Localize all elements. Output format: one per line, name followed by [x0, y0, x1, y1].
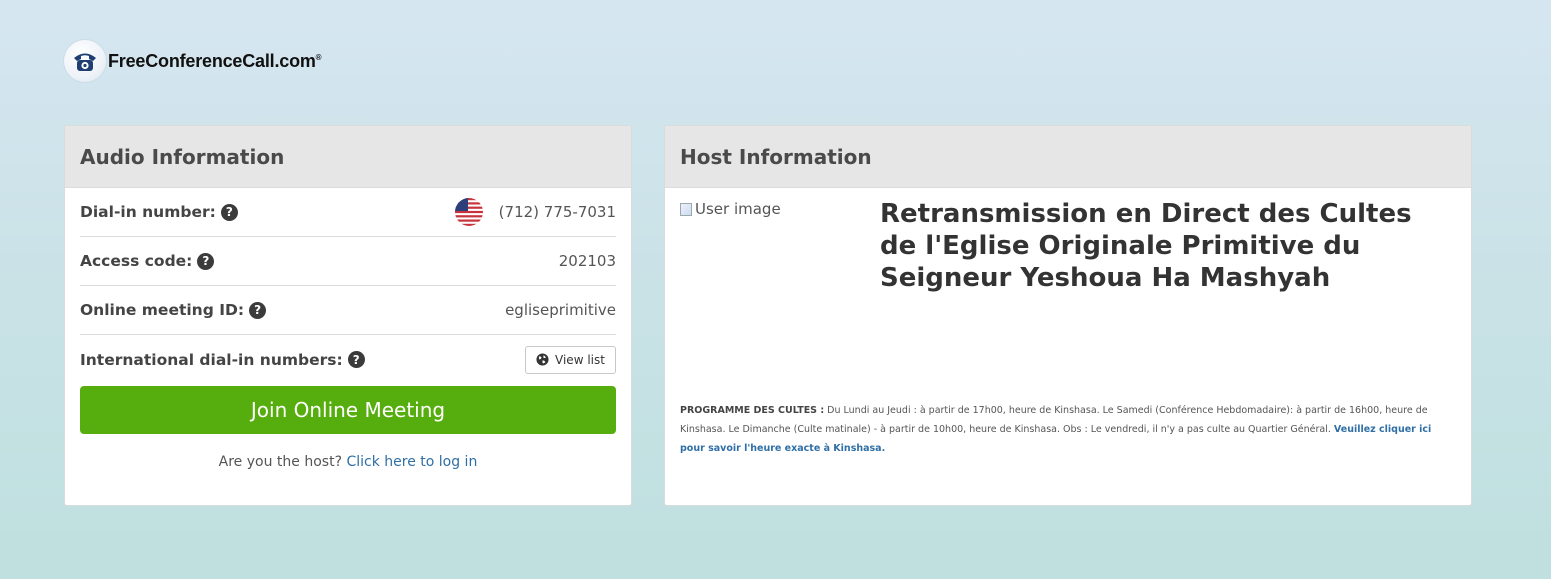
user-image-alt-text: User image	[695, 200, 781, 218]
dial-in-value: (712) 775-7031	[454, 198, 616, 226]
dial-in-label-text: Dial-in number:	[80, 203, 216, 221]
host-panel-title: Host Information	[665, 126, 1471, 188]
meeting-id-label-text: Online meeting ID:	[80, 301, 245, 319]
meeting-id-row: Online meeting ID: ? egliseprimitive	[80, 286, 616, 335]
dial-in-row: Dial-in number: ? (712) 775-7031	[80, 188, 616, 237]
phone-logo-icon	[64, 40, 106, 82]
meeting-id-value: egliseprimitive	[505, 301, 616, 319]
question-circle-icon[interactable]: ?	[347, 351, 365, 368]
international-label: International dial-in numbers: ?	[80, 351, 365, 369]
registered-mark: ®	[315, 52, 322, 62]
brand-logo[interactable]: FreeConferenceCall.com®	[64, 40, 322, 82]
audio-panel-title: Audio Information	[65, 126, 631, 188]
join-online-meeting-button[interactable]: Join Online Meeting	[80, 386, 616, 434]
view-list-label: View list	[555, 352, 605, 367]
us-flag-icon	[454, 198, 483, 226]
meeting-title: Retransmission en Direct des Cultes de l…	[880, 199, 1412, 293]
host-information-panel: Host Information User image Retransmissi…	[664, 125, 1472, 506]
meeting-id-label: Online meeting ID: ?	[80, 301, 267, 319]
access-code-label-text: Access code:	[80, 252, 193, 270]
international-row: International dial-in numbers: ? View li…	[80, 335, 616, 384]
brand-name: FreeConferenceCall.com®	[108, 50, 322, 71]
globe-icon	[536, 353, 549, 366]
host-body: User image Retransmission en Direct des …	[665, 188, 1471, 505]
question-circle-icon[interactable]: ?	[249, 301, 267, 319]
access-code-row: Access code: ? 202103	[80, 237, 616, 286]
access-code-value: 202103	[558, 252, 616, 270]
dial-in-number-text: (712) 775-7031	[498, 203, 616, 221]
question-circle-icon[interactable]: ?	[197, 252, 215, 270]
programme-description: PROGRAMME DES CULTES : Du Lundi au Jeudi…	[680, 401, 1450, 458]
broken-image-icon	[680, 202, 692, 216]
access-code-label: Access code: ?	[80, 252, 215, 270]
question-circle-icon[interactable]: ?	[220, 203, 238, 221]
international-label-text: International dial-in numbers:	[80, 350, 343, 369]
view-list-button[interactable]: View list	[525, 345, 616, 374]
host-login-link[interactable]: Click here to log in	[346, 454, 477, 470]
user-image: User image	[680, 200, 781, 218]
audio-information-panel: Audio Information Dial-in number: ? (712…	[64, 125, 632, 506]
host-prompt-text: Are you the host?	[218, 454, 342, 470]
dial-in-label: Dial-in number: ?	[80, 203, 238, 221]
programme-label: PROGRAMME DES CULTES :	[680, 405, 825, 416]
audio-rows: Dial-in number: ? (712) 775-7031 Access …	[65, 188, 631, 384]
host-login-prompt: Are you the host? Click here to log in	[65, 454, 631, 470]
